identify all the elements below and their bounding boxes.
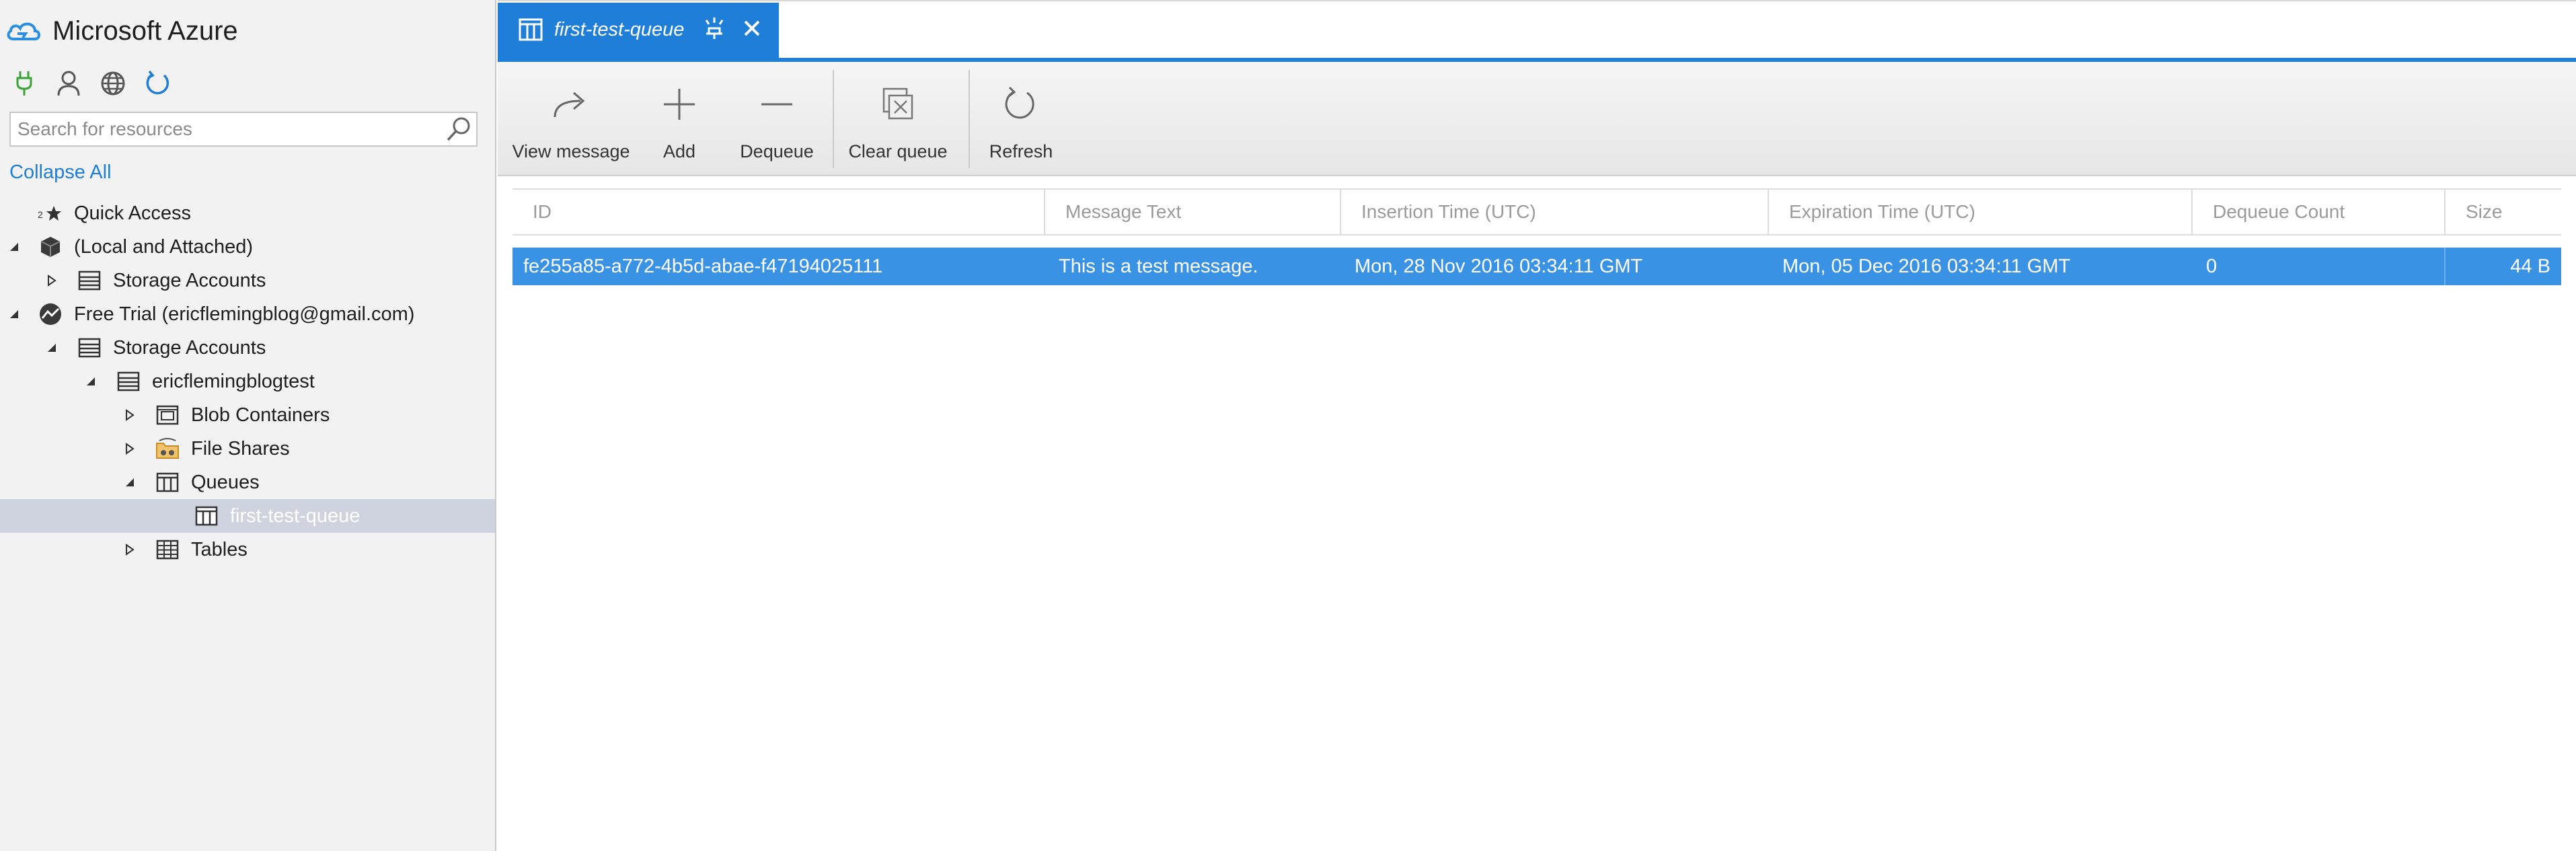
column-header-insertion-time[interactable]: Insertion Time (UTC) xyxy=(1340,190,1768,234)
pin-icon[interactable] xyxy=(701,15,728,42)
view-message-label: View message xyxy=(512,141,630,161)
queue-icon xyxy=(519,18,543,41)
tree-item-queues[interactable]: Queues xyxy=(0,466,495,499)
search-box xyxy=(9,112,478,147)
tree-item-label: Free Trial (ericflemingblog@gmail.com) xyxy=(74,303,415,325)
sidebar-toolbar xyxy=(9,65,172,102)
quick-access-icon: 2 xyxy=(38,200,63,226)
globe-icon[interactable] xyxy=(98,69,128,98)
add-label: Add xyxy=(662,141,696,161)
column-divider xyxy=(2444,248,2446,285)
expand-arrow-icon[interactable] xyxy=(83,374,98,389)
clear-queue-button[interactable]: Clear queue xyxy=(846,62,950,176)
tree-item-storage-account[interactable]: ericflemingblogtest xyxy=(0,365,495,398)
cell-expiration-time: Mon, 05 Dec 2016 03:34:11 GMT xyxy=(1782,255,2071,277)
refresh-icon[interactable] xyxy=(143,69,172,98)
cell-size: 44 B xyxy=(2510,255,2550,277)
dequeue-icon xyxy=(753,81,800,128)
svg-text:2: 2 xyxy=(38,209,43,220)
tree-item-first-test-queue[interactable]: first-test-queue xyxy=(0,499,495,533)
tree-item-label: File Shares xyxy=(191,437,290,459)
table-row[interactable]: fe255a85-a772-4b5d-abae-f47194025111 Thi… xyxy=(513,248,2561,285)
collapse-arrow-icon[interactable] xyxy=(122,441,137,456)
search-input[interactable] xyxy=(11,113,441,145)
tree-item-label: Queues xyxy=(191,471,260,493)
view-message-button[interactable]: View message xyxy=(512,62,630,176)
storage-account-icon xyxy=(116,369,141,394)
tree-item-label: Quick Access xyxy=(74,202,192,224)
add-icon xyxy=(656,81,703,128)
app-title: Microsoft Azure xyxy=(52,15,238,46)
dequeue-button[interactable]: Dequeue xyxy=(733,62,821,176)
column-header-expiration-time[interactable]: Expiration Time (UTC) xyxy=(1768,190,2191,234)
sidebar: Microsoft Azure Collapse All 2 Quick Acc… xyxy=(0,0,496,851)
refresh-button[interactable]: Refresh xyxy=(982,62,1060,176)
action-toolbar: View message Add Dequeue Clear queue Ref… xyxy=(498,62,2576,176)
tab-bar: first-test-queue xyxy=(498,0,2576,63)
expand-arrow-icon[interactable] xyxy=(7,307,22,322)
tab-first-test-queue[interactable]: first-test-queue xyxy=(498,3,779,59)
file-share-icon xyxy=(155,436,180,461)
main-panel: first-test-queue View message Add Dequeu… xyxy=(498,0,2576,851)
collapse-arrow-icon[interactable] xyxy=(44,273,59,288)
account-icon[interactable] xyxy=(54,69,83,98)
tree-item-storage-accounts-local[interactable]: Storage Accounts xyxy=(0,264,495,297)
resource-tree: 2 Quick Access (Local and Attached) Stor… xyxy=(0,196,495,566)
tree-item-local-and-attached[interactable]: (Local and Attached) xyxy=(0,230,495,264)
tree-item-quick-access[interactable]: 2 Quick Access xyxy=(0,196,495,230)
tree-item-storage-accounts[interactable]: Storage Accounts xyxy=(0,331,495,365)
toolbar-separator xyxy=(833,70,834,168)
storage-accounts-icon xyxy=(77,268,102,293)
tree-item-label: first-test-queue xyxy=(230,505,361,527)
grid-header: ID Message Text Insertion Time (UTC) Exp… xyxy=(513,188,2561,235)
app-header: Microsoft Azure xyxy=(5,9,238,52)
column-header-id[interactable]: ID xyxy=(513,190,1044,234)
blob-container-icon xyxy=(155,402,180,428)
tree-item-file-shares[interactable]: File Shares xyxy=(0,432,495,466)
toolbar-separator xyxy=(969,70,970,168)
cell-insertion-time: Mon, 28 Nov 2016 03:34:11 GMT xyxy=(1355,255,1643,277)
storage-accounts-icon xyxy=(77,335,102,361)
queue-icon xyxy=(194,503,219,529)
close-icon[interactable] xyxy=(741,17,763,39)
column-header-dequeue-count[interactable]: Dequeue Count xyxy=(2191,190,2444,234)
tree-item-label: Storage Accounts xyxy=(113,269,266,291)
refresh-label: Refresh xyxy=(989,141,1053,161)
cell-id: fe255a85-a772-4b5d-abae-f47194025111 xyxy=(523,255,883,277)
tree-item-label: (Local and Attached) xyxy=(74,235,254,258)
subscription-icon xyxy=(38,301,63,327)
tab-label: first-test-queue xyxy=(554,19,685,40)
expand-arrow-icon[interactable] xyxy=(7,239,22,254)
tree-item-free-trial-subscription[interactable]: Free Trial (ericflemingblog@gmail.com) xyxy=(0,297,495,331)
dequeue-label: Dequeue xyxy=(740,141,814,161)
column-header-message-text[interactable]: Message Text xyxy=(1044,190,1340,234)
tree-item-label: Storage Accounts xyxy=(113,336,266,359)
add-button[interactable]: Add xyxy=(646,62,713,176)
expand-arrow-icon[interactable] xyxy=(44,340,59,355)
view-message-icon xyxy=(547,81,595,128)
tree-item-label: Blob Containers xyxy=(191,404,330,426)
cell-message-text: This is a test message. xyxy=(1059,255,1258,277)
expand-arrow-icon[interactable] xyxy=(122,475,137,490)
column-header-size[interactable]: Size xyxy=(2444,190,2561,234)
tree-item-label: Tables xyxy=(191,538,248,560)
tree-item-tables[interactable]: Tables xyxy=(0,533,495,566)
queue-icon xyxy=(155,470,180,495)
table-icon xyxy=(155,537,180,562)
connect-plug-icon[interactable] xyxy=(9,69,39,98)
collapse-arrow-icon[interactable] xyxy=(122,408,137,422)
tree-item-blob-containers[interactable]: Blob Containers xyxy=(0,398,495,432)
clear-queue-icon xyxy=(874,81,921,128)
tree-item-label: ericflemingblogtest xyxy=(152,370,315,392)
search-icon[interactable] xyxy=(441,113,476,145)
clear-queue-label: Clear queue xyxy=(848,141,948,161)
collapse-all-link[interactable]: Collapse All xyxy=(9,161,112,184)
cube-icon xyxy=(38,234,63,260)
collapse-arrow-icon[interactable] xyxy=(122,542,137,557)
azure-cloud-icon xyxy=(7,22,40,40)
refresh-icon xyxy=(997,81,1045,128)
cell-dequeue-count: 0 xyxy=(2206,255,2218,277)
messages-grid: ID Message Text Insertion Time (UTC) Exp… xyxy=(513,188,2561,285)
